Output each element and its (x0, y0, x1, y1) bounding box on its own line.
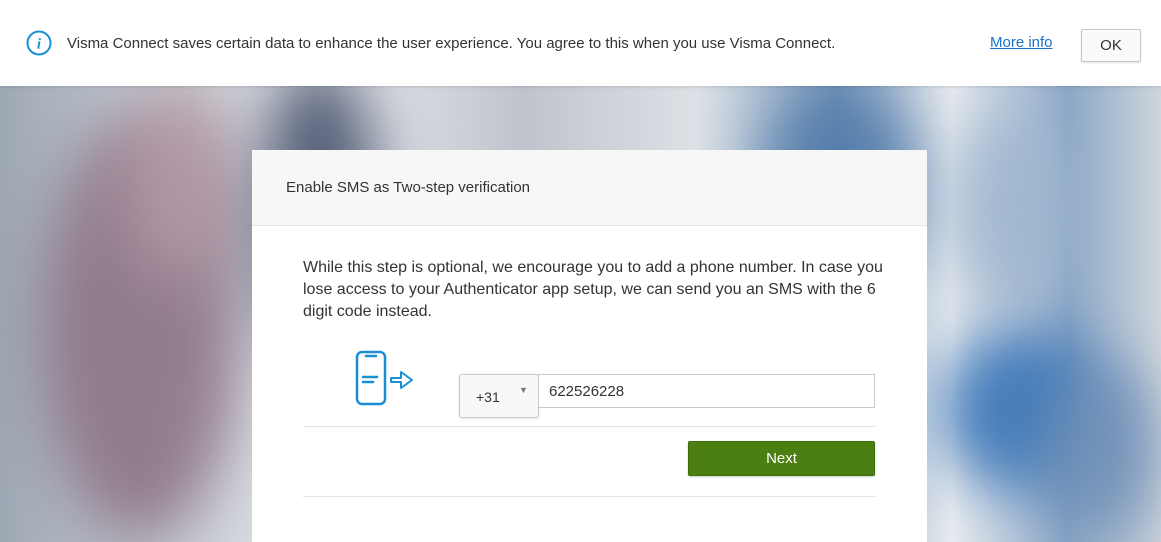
chevron-down-icon: ▼ (519, 385, 528, 395)
country-code-select[interactable]: +31 ▼ (459, 374, 539, 418)
background-blob (120, 80, 240, 280)
dialog-header: Enable SMS as Two-step verification (252, 150, 927, 226)
cookie-banner: i Visma Connect saves certain data to en… (0, 0, 1161, 86)
phone-arrow-icon (355, 350, 413, 406)
next-button[interactable]: Next (688, 441, 875, 476)
dialog-description: While this step is optional, we encourag… (303, 259, 883, 320)
divider (303, 496, 875, 497)
divider (303, 426, 875, 427)
phone-number-input[interactable] (538, 374, 875, 408)
more-info-link[interactable]: More info (990, 34, 1053, 51)
background-blob (950, 110, 1080, 310)
ok-button[interactable]: OK (1081, 29, 1141, 62)
dialog-title: Enable SMS as Two-step verification (286, 179, 531, 196)
country-code-value: +31 (476, 389, 500, 405)
svg-text:i: i (37, 37, 42, 53)
sms-verification-dialog: Enable SMS as Two-step verification Whil… (252, 150, 927, 542)
info-icon: i (26, 30, 52, 56)
cookie-message: Visma Connect saves certain data to enha… (67, 35, 836, 52)
background-blob (1040, 360, 1160, 540)
